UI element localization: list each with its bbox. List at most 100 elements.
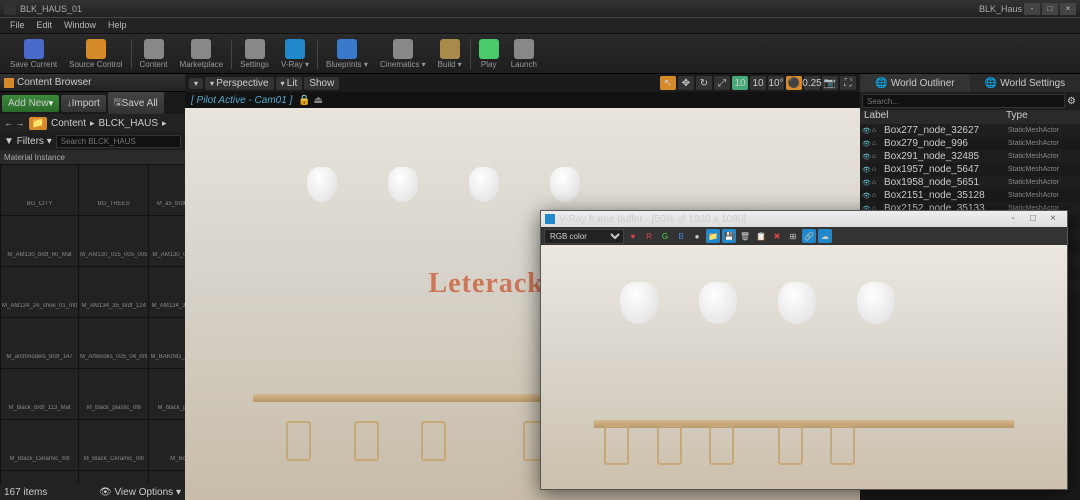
material-item[interactable]: M_brown_mtl_brdf_40 [79, 471, 148, 484]
perspective-button[interactable]: ▾ Perspective [205, 77, 274, 90]
vfb-title-bar[interactable]: V-Ray frame buffer - [50% of 1920 x 1080… [541, 211, 1067, 227]
select-tool-icon[interactable]: ↖ [660, 76, 676, 90]
heart-icon[interactable]: ♥ [626, 229, 640, 243]
show-button[interactable]: Show [304, 77, 339, 90]
toolbar-save-current[interactable]: Save Current [4, 37, 63, 71]
toolbar-source-control[interactable]: Source Control [63, 37, 128, 71]
b-channel[interactable]: B [674, 229, 688, 243]
channel-select[interactable]: RGB color [544, 229, 624, 244]
import-button[interactable]: ↓ Import [61, 95, 106, 112]
minimize-button[interactable]: - [1024, 3, 1040, 15]
vfb-tool-4[interactable]: 🗑 [738, 229, 752, 243]
material-item[interactable]: M_Black_Ceramic_mtl [79, 420, 148, 470]
material-item[interactable]: M_ArtBooks_005_04_mtl [79, 318, 148, 368]
vfb-minimize[interactable]: - [1003, 213, 1023, 225]
camera-speed[interactable]: 0.25 [804, 76, 820, 90]
filter-icon[interactable]: ⚙ [1065, 94, 1078, 108]
r-channel[interactable]: R [642, 229, 656, 243]
material-item[interactable]: M_AM130_09_007_007 [149, 216, 185, 266]
project-right: BLK_Haus [979, 4, 1022, 14]
vfb-tool-7[interactable]: ⊞ [786, 229, 800, 243]
vfb-tool-5[interactable]: 📋 [754, 229, 768, 243]
toolbar-v-ray[interactable]: V-Ray ▾ [275, 37, 315, 71]
pilot-bar: [ Pilot Active - Cam01 ] 🔒 ⏏ [185, 92, 860, 108]
material-item[interactable]: M_black_plastic_mtl [79, 369, 148, 419]
outliner-item[interactable]: 👁⌂Box2151_node_35128StaticMeshActor [860, 189, 1080, 202]
toolbar-play[interactable]: Play [473, 37, 505, 71]
vfb-close[interactable]: × [1043, 213, 1063, 225]
section-header: Material Instance [0, 150, 185, 164]
scale-tool-icon[interactable]: ⤢ [714, 76, 730, 90]
material-item[interactable]: M_AM134_38_Defaultsa [149, 267, 185, 317]
outliner-item[interactable]: 👁⌂Box277_node_32627StaticMeshActor [860, 124, 1080, 137]
menu-help[interactable]: Help [102, 18, 133, 33]
save-all-button[interactable]: 🖫 Save All [108, 92, 164, 114]
material-item[interactable]: M_AM134_35_brdf_124 [79, 267, 148, 317]
title-bar: BLK_HAUS_01 BLK_Haus - □ × [0, 0, 1080, 18]
material-item[interactable]: M_brown_mtl_brdf_75 [149, 471, 185, 484]
material-item[interactable]: M_AM134_24_shoe_01_mtl [1, 267, 78, 317]
outliner-search-input[interactable] [862, 94, 1065, 108]
snap-scale-icon[interactable]: ⚫ [786, 76, 802, 90]
menu-bar: File Edit Window Help [0, 18, 1080, 34]
camera-icon[interactable]: 📷 [822, 76, 838, 90]
view-options-button[interactable]: 👁 View Options ▾ [99, 487, 181, 498]
material-item[interactable]: M_BAKING_Normals_mtl [149, 318, 185, 368]
toolbar-launch[interactable]: Launch [505, 37, 543, 71]
toolbar-blueprints[interactable]: Blueprints ▾ [320, 37, 374, 71]
toolbar-content[interactable]: Content [134, 37, 174, 71]
viewport-menu[interactable]: ▾ [189, 78, 203, 89]
snap-grid-icon[interactable]: 10 [732, 76, 748, 90]
menu-window[interactable]: Window [58, 18, 102, 33]
content-browser-header: Content Browser [0, 74, 185, 92]
rotate-tool-icon[interactable]: ↻ [696, 76, 712, 90]
material-item[interactable]: BG_TREES [79, 165, 148, 215]
material-item[interactable]: M_archmodels_brdf_147 [1, 318, 78, 368]
tab-world-settings[interactable]: 🌐World Settings [970, 74, 1080, 92]
material-item[interactable]: BG_CITY [1, 165, 78, 215]
material-item[interactable]: M_black_plastic_mtl [149, 369, 185, 419]
toolbar-marketplace[interactable]: Marketplace [174, 37, 230, 71]
lit-button[interactable]: ▾ Lit [276, 77, 303, 90]
snap-size[interactable]: 10 [750, 76, 766, 90]
toolbar-cinematics[interactable]: Cinematics ▾ [374, 37, 432, 71]
menu-edit[interactable]: Edit [31, 18, 59, 33]
tab-world-outliner[interactable]: 🌐World Outliner [860, 74, 970, 92]
outliner-item[interactable]: 👁⌂Box291_node_32485StaticMeshActor [860, 150, 1080, 163]
close-button[interactable]: × [1060, 3, 1076, 15]
material-item[interactable]: M_a5_brdf_136_Mat [149, 165, 185, 215]
vfb-tool-2[interactable]: 📁 [706, 229, 720, 243]
vfb-render[interactable] [541, 245, 1067, 489]
toolbar-settings[interactable]: Settings [234, 37, 275, 71]
material-item[interactable]: M_Black_Ceramic_mtl [1, 420, 78, 470]
vfb-tool-1[interactable]: ● [690, 229, 704, 243]
project-name: BLK_HAUS_01 [20, 4, 82, 14]
vfb-tool-8[interactable]: 🔗 [802, 229, 816, 243]
material-item[interactable]: M_AM130_015_005_005 [79, 216, 148, 266]
snap-angle[interactable]: 10° [768, 76, 784, 90]
g-channel[interactable]: G [658, 229, 672, 243]
search-input[interactable] [56, 135, 181, 148]
add-new-button[interactable]: Add New ▾ [2, 95, 59, 112]
material-item[interactable]: M_Books_ [149, 420, 185, 470]
vfb-maximize[interactable]: □ [1023, 213, 1043, 225]
outliner-item[interactable]: 👁⌂Box279_node_996StaticMeshActor [860, 137, 1080, 150]
vfb-tool-9[interactable]: ☁ [818, 229, 832, 243]
outliner-item[interactable]: 👁⌂Box1958_node_5651StaticMeshActor [860, 176, 1080, 189]
material-item[interactable]: M_Bronze_mtl_brdf_63 [1, 471, 78, 484]
translate-tool-icon[interactable]: ✥ [678, 76, 694, 90]
material-item[interactable]: M_AM130_brdf_60_Mat [1, 216, 78, 266]
menu-file[interactable]: File [4, 18, 31, 33]
maximize-button[interactable]: □ [1042, 3, 1058, 15]
vfb-tool-3[interactable]: 💾 [722, 229, 736, 243]
outliner-item[interactable]: 👁⌂Box1957_node_5647StaticMeshActor [860, 163, 1080, 176]
material-item[interactable]: M_black_brdf_113_Mat [1, 369, 78, 419]
maximize-icon[interactable]: ⛶ [840, 76, 856, 90]
content-browser-panel: Content Browser Add New ▾ ↓ Import 🖫 Sav… [0, 74, 185, 500]
toolbar-build[interactable]: Build ▾ [432, 37, 468, 71]
vray-frame-buffer-window[interactable]: V-Ray frame buffer - [50% of 1920 x 1080… [540, 210, 1068, 490]
breadcrumb[interactable]: ← → 📁 Content ▸ BLCK_HAUS ▸ [0, 114, 185, 132]
filters-button[interactable]: ▼ Filters ▾ [4, 136, 52, 147]
status-footer: 167 items 👁 View Options ▾ [0, 484, 185, 500]
vfb-tool-6[interactable]: ✖ [770, 229, 784, 243]
